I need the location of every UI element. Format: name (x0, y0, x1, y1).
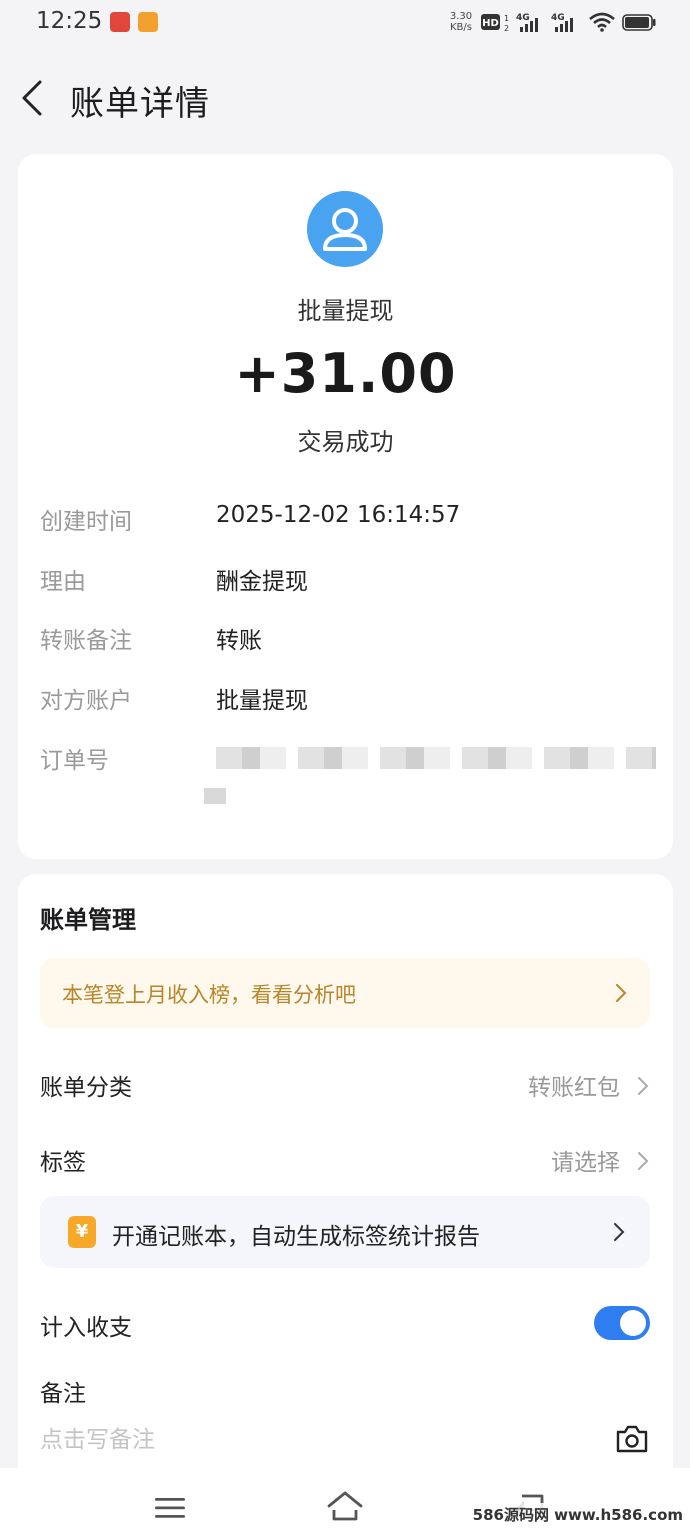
detail-label: 理由 (40, 569, 86, 595)
bill-category-row[interactable]: 账单分类 转账红包 (40, 1060, 650, 1108)
setting-label: 标签 (40, 1150, 86, 1176)
notification-app-icon-2 (138, 12, 158, 32)
home-icon[interactable] (326, 1490, 364, 1522)
battery-icon (622, 14, 656, 31)
count-in-budget-row: 计入收支 (40, 1300, 650, 1348)
menu-icon[interactable] (154, 1496, 186, 1520)
transaction-summary-card: 批量提现 +31.00 交易成功 创建时间 2025-12-02 16:14:5… (18, 154, 673, 859)
setting-label: 计入收支 (40, 1315, 132, 1341)
network-speed-unit: KB/s (450, 22, 472, 33)
detail-value: 批量提现 (216, 688, 308, 714)
detail-label: 对方账户 (40, 688, 132, 714)
setting-value: 请选择 (551, 1150, 620, 1176)
svg-text:1: 1 (504, 14, 509, 23)
hd-icon: HD 1 2 (481, 14, 509, 32)
section-title: 账单管理 (40, 906, 136, 934)
detail-value: 酬金提现 (216, 569, 308, 595)
transaction-status: 交易成功 (297, 428, 394, 456)
user-avatar-icon (307, 191, 383, 267)
svg-text:4G: 4G (516, 13, 530, 23)
setting-value: 转账红包 (528, 1075, 620, 1101)
open-bookkeeping-banner[interactable]: ¥ 开通记账本，自动生成标签统计报告 (40, 1196, 650, 1268)
setting-label: 账单分类 (40, 1075, 132, 1101)
signal-4g-icon: 4G (516, 13, 538, 32)
svg-text:HD: HD (482, 18, 499, 29)
chevron-right-icon (638, 1152, 649, 1170)
detail-value: 2025-12-02 16:14:57 (216, 502, 461, 528)
signal-4g-icon-2: 4G (551, 13, 573, 32)
system-nav-bar: 586源码网 www.h586.com (0, 1468, 690, 1530)
chevron-right-icon (614, 1223, 625, 1241)
wifi-icon (589, 12, 615, 32)
page-title: 账单详情 (70, 84, 210, 124)
notification-app-icon (110, 12, 130, 32)
tag-row[interactable]: 标签 请选择 (40, 1135, 650, 1183)
chevron-right-icon (616, 984, 627, 1002)
site-watermark: 586源码网 www.h586.com (469, 1503, 686, 1526)
chevron-right-icon (638, 1077, 649, 1095)
bookkeeping-text: 开通记账本，自动生成标签统计报告 (112, 1224, 480, 1250)
network-speed-value: 3.30 (449, 11, 473, 22)
count-in-budget-toggle[interactable] (594, 1306, 650, 1340)
payee-name: 批量提现 (297, 297, 394, 325)
detail-row-counterparty: 对方账户 批量提现 (40, 681, 660, 721)
detail-row-reason: 理由 酬金提现 (40, 562, 660, 602)
status-time: 12:25 (36, 8, 103, 34)
promo-text: 本笔登上月收入榜，看看分析吧 (62, 983, 356, 1007)
detail-row-order-number: 订单号 (40, 741, 660, 781)
page-header: 账单详情 (0, 60, 690, 140)
back-chevron-icon[interactable] (18, 78, 46, 118)
svg-text:4G: 4G (551, 13, 565, 23)
detail-label: 转账备注 (40, 628, 132, 654)
note-input[interactable] (40, 1422, 580, 1458)
svg-text:2: 2 (504, 24, 509, 32)
status-bar: 12:25 3.30 KB/s HD 1 2 4G 4G (0, 0, 690, 46)
toggle-knob (620, 1310, 646, 1336)
yuan-icon: ¥ (68, 1216, 96, 1248)
note-label: 备注 (40, 1381, 86, 1407)
network-speed: 3.30 KB/s (446, 11, 476, 33)
order-number-redacted (216, 747, 656, 769)
transaction-amount: +31.00 (234, 342, 457, 405)
bill-management-card: 账单管理 本笔登上月收入榜，看看分析吧 账单分类 转账红包 标签 请选择 ¥ 开… (18, 874, 673, 1514)
detail-label: 订单号 (40, 748, 109, 774)
detail-value: 转账 (216, 628, 262, 654)
income-rank-banner[interactable]: 本笔登上月收入榜，看看分析吧 (40, 958, 650, 1028)
detail-row-created-time: 创建时间 2025-12-02 16:14:57 (40, 502, 660, 542)
detail-label: 创建时间 (40, 509, 132, 535)
order-number-redacted-line2 (204, 788, 226, 804)
detail-row-transfer-note: 转账备注 转账 (40, 621, 660, 661)
camera-icon[interactable] (615, 1424, 649, 1454)
